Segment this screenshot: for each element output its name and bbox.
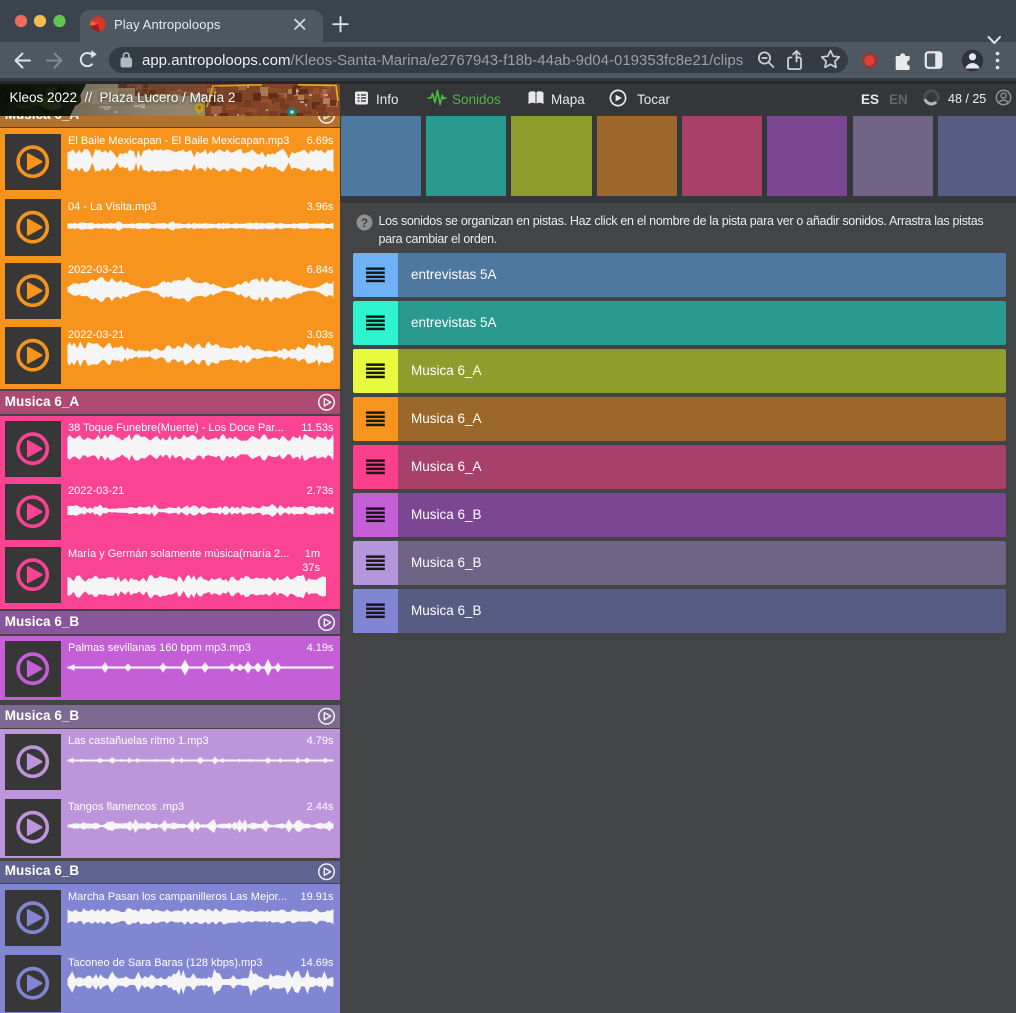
svg-text:?: ? [361, 218, 368, 230]
